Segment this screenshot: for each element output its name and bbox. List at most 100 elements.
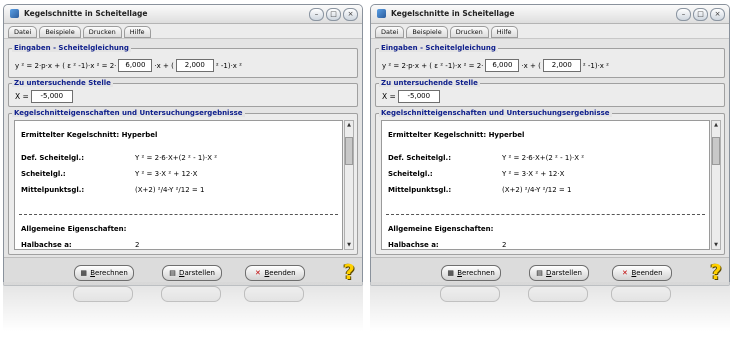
stelle-row: X = -5,000 bbox=[15, 90, 75, 103]
beenden-label: Beenden bbox=[631, 269, 663, 277]
app-icon bbox=[377, 9, 386, 18]
scroll-down-icon[interactable]: ▼ bbox=[712, 241, 720, 249]
scroll-thumb[interactable] bbox=[345, 137, 353, 165]
epsilon-value-input[interactable]: 2,000 bbox=[542, 59, 581, 72]
menu-drucken[interactable]: Drucken bbox=[449, 26, 489, 38]
stelle-panel: Zu untersuchende Stelle X = -5,000 bbox=[8, 79, 358, 107]
beenden-reflection bbox=[244, 286, 304, 302]
equation-row: y ² = 2·p·x + ( ε ² -1)·x ² = 2· 6,000 ·… bbox=[382, 59, 609, 72]
chart-icon: ▤ bbox=[536, 268, 543, 277]
window-controls: – □ × bbox=[309, 8, 358, 21]
equation-panel: Eingaben - Scheitelgleichung y ² = 2·p·x… bbox=[8, 44, 358, 78]
equation-row: y ² = 2·p·x + ( ε ² -1)·x ² = 2· 6,000 ·… bbox=[15, 59, 242, 72]
results-panel: Kegelschnitteigenschaften und Untersuchu… bbox=[375, 109, 725, 255]
darstellen-button[interactable]: ▤ Darstellen bbox=[162, 265, 222, 281]
menu-beispiele[interactable]: Beispiele bbox=[406, 26, 448, 38]
maximize-button[interactable]: □ bbox=[693, 8, 708, 21]
epsilon-value-input[interactable]: 2,000 bbox=[175, 59, 214, 72]
reflection-gradient bbox=[370, 282, 730, 340]
result-key-def: Def. Scheitelgl.: bbox=[388, 154, 451, 162]
result-value-def: Y ² = 2·6·X+(2 ² - 1)·X ² bbox=[502, 154, 585, 162]
berechnen-reflection bbox=[73, 286, 133, 302]
minimize-button[interactable]: – bbox=[309, 8, 324, 21]
calculator-icon: ▦ bbox=[447, 268, 454, 277]
close-button[interactable]: × bbox=[343, 8, 358, 21]
results-panel-label: Kegelschnitteigenschaften und Untersuchu… bbox=[12, 109, 245, 117]
scroll-up-icon[interactable]: ▲ bbox=[345, 121, 353, 129]
stelle-panel: Zu untersuchende Stelle X = -5,000 bbox=[375, 79, 725, 107]
maximize-button[interactable]: □ bbox=[326, 8, 341, 21]
scroll-up-icon[interactable]: ▲ bbox=[712, 121, 720, 129]
halbachse-value: 2 bbox=[502, 241, 507, 249]
result-value-mittelpunkt: (X+2) ²/4-Y ²/12 = 1 bbox=[502, 186, 572, 194]
equation-panel: Eingaben - Scheitelgleichung y ² = 2·p·x… bbox=[375, 44, 725, 78]
result-key-def: Def. Scheitelgl.: bbox=[21, 154, 84, 162]
menu-beispiele[interactable]: Beispiele bbox=[39, 26, 81, 38]
results-text-area[interactable]: Ermittelter Kegelschnitt: Hyperbel Def. … bbox=[381, 120, 710, 250]
equation-prefix: y ² = 2·p·x + ( ε ² -1)·x ² = 2· bbox=[15, 61, 117, 70]
equation-mid2: ² -1)·x ² bbox=[582, 61, 609, 70]
result-value-scheitel: Y ² = 3·X ² + 12·X bbox=[135, 170, 198, 178]
result-key-scheitel: Scheitelgl.: bbox=[21, 170, 66, 178]
result-value-mittelpunkt: (X+2) ²/4-Y ²/12 = 1 bbox=[135, 186, 205, 194]
kegelschnitt-result: Ermittelter Kegelschnitt: Hyperbel bbox=[21, 131, 158, 139]
menu-datei[interactable]: Datei bbox=[375, 26, 405, 38]
result-key-mittelpunkt: Mittelpunktsgl.: bbox=[388, 186, 452, 194]
title-bar[interactable]: Kegelschnitte in Scheitellage – □ × bbox=[371, 5, 729, 24]
beenden-button[interactable]: ✕ Beenden bbox=[612, 265, 672, 281]
scroll-down-icon[interactable]: ▼ bbox=[345, 241, 353, 249]
equation-mid1: ·x + ( bbox=[521, 61, 541, 70]
minimize-button[interactable]: – bbox=[676, 8, 691, 21]
menu-hilfe[interactable]: Hilfe bbox=[490, 26, 518, 38]
x-value-input[interactable]: -5,000 bbox=[397, 90, 440, 103]
results-panel: Kegelschnitteigenschaften und Untersuchu… bbox=[8, 109, 358, 255]
window-reflection-right bbox=[370, 282, 730, 340]
p-value-input[interactable]: 6,000 bbox=[485, 59, 520, 72]
stelle-panel-label: Zu untersuchende Stelle bbox=[12, 79, 113, 87]
app-icon bbox=[10, 9, 19, 18]
result-separator bbox=[386, 214, 705, 215]
berechnen-label: Berechnen bbox=[90, 269, 128, 277]
beenden-button[interactable]: ✕ Beenden bbox=[245, 265, 305, 281]
help-question-icon[interactable]: ? bbox=[340, 261, 358, 283]
help-question-icon[interactable]: ? bbox=[707, 261, 725, 283]
x-value-input[interactable]: -5,000 bbox=[30, 90, 73, 103]
allgemein-heading: Allgemeine Eigenschaften: bbox=[21, 225, 127, 233]
menu-drucken[interactable]: Drucken bbox=[82, 26, 122, 38]
result-key-mittelpunkt: Mittelpunktsgl.: bbox=[21, 186, 85, 194]
darstellen-label: Darstellen bbox=[179, 269, 215, 277]
p-value-input[interactable]: 6,000 bbox=[118, 59, 153, 72]
result-key-scheitel: Scheitelgl.: bbox=[388, 170, 433, 178]
darstellen-button[interactable]: ▤ Darstellen bbox=[529, 265, 589, 281]
equation-panel-label: Eingaben - Scheitelgleichung bbox=[12, 44, 131, 52]
button-bar: ▦ Berechnen ▤ Darstellen ✕ Beenden ? bbox=[371, 257, 729, 285]
darstellen-label: Darstellen bbox=[546, 269, 582, 277]
menu-hilfe[interactable]: Hilfe bbox=[123, 26, 151, 38]
stelle-row: X = -5,000 bbox=[382, 90, 442, 103]
window-reflection-left bbox=[3, 282, 363, 340]
menu-bar: Datei Beispiele Drucken Hilfe bbox=[371, 24, 729, 39]
x-label: X = bbox=[382, 92, 396, 101]
button-bar: ▦ Berechnen ▤ Darstellen ✕ Beenden ? bbox=[4, 257, 362, 285]
berechnen-reflection bbox=[440, 286, 500, 302]
results-text-area[interactable]: Ermittelter Kegelschnitt: Hyperbel Def. … bbox=[14, 120, 343, 250]
result-value-scheitel: Y ² = 3·X ² + 12·X bbox=[502, 170, 565, 178]
equation-panel-label: Eingaben - Scheitelgleichung bbox=[379, 44, 498, 52]
app-window-right: Kegelschnitte in Scheitellage – □ × Date… bbox=[370, 4, 730, 286]
halbachse-label: Halbachse a: bbox=[21, 241, 72, 249]
close-button[interactable]: × bbox=[710, 8, 725, 21]
title-bar[interactable]: Kegelschnitte in Scheitellage – □ × bbox=[4, 5, 362, 24]
close-x-icon: ✕ bbox=[622, 268, 628, 277]
close-x-icon: ✕ bbox=[255, 268, 261, 277]
equation-prefix: y ² = 2·p·x + ( ε ² -1)·x ² = 2· bbox=[382, 61, 484, 70]
berechnen-button[interactable]: ▦ Berechnen bbox=[441, 265, 501, 281]
berechnen-button[interactable]: ▦ Berechnen bbox=[74, 265, 134, 281]
window-title: Kegelschnitte in Scheitellage bbox=[391, 9, 515, 18]
reflection-gradient bbox=[3, 282, 363, 340]
menu-datei[interactable]: Datei bbox=[8, 26, 38, 38]
beenden-reflection bbox=[611, 286, 671, 302]
results-scrollbar[interactable]: ▲ ▼ bbox=[344, 120, 354, 250]
result-value-def: Y ² = 2·6·X+(2 ² - 1)·X ² bbox=[135, 154, 218, 162]
results-scrollbar[interactable]: ▲ ▼ bbox=[711, 120, 721, 250]
scroll-thumb[interactable] bbox=[712, 137, 720, 165]
